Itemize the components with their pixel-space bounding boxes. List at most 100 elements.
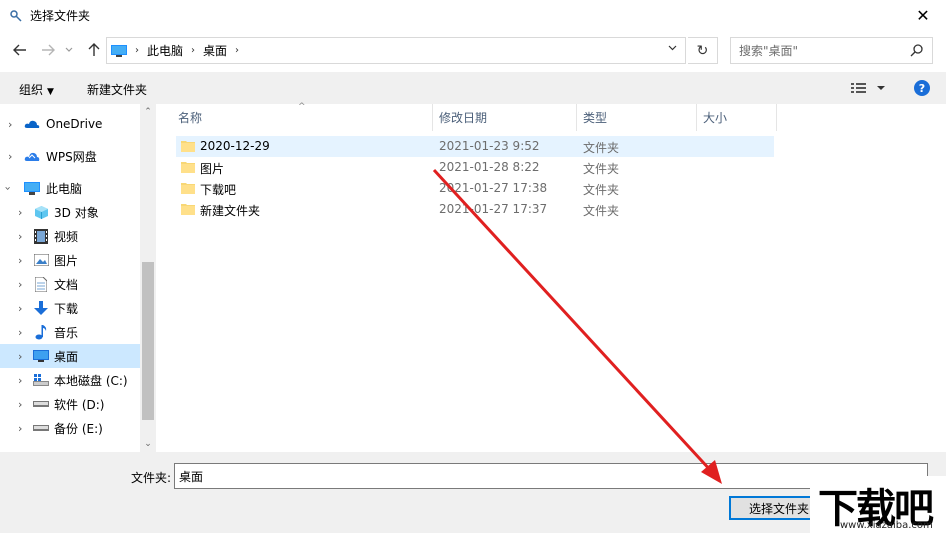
sidebar-item-pictures[interactable]: › 图片 [0, 248, 140, 272]
sidebar-item-videos[interactable]: › 视频 [0, 224, 140, 248]
refresh-button[interactable]: ↻ [688, 37, 718, 64]
file-type: 文件夹 [583, 183, 620, 197]
arrow-left-icon [13, 44, 26, 56]
watermark-url: www.xiazaiba.com [840, 520, 933, 531]
sidebar-item-3d-objects[interactable]: › 3D 对象 [0, 200, 140, 224]
chevron-right-icon[interactable]: › [18, 374, 22, 387]
back-button[interactable] [9, 39, 31, 61]
chevron-right-icon[interactable]: › [18, 350, 22, 363]
system-drive-icon [33, 372, 49, 388]
chevron-right-icon[interactable]: › [18, 326, 22, 339]
column-divider[interactable] [432, 104, 433, 131]
organize-menu[interactable]: 组织 ▼ [19, 81, 54, 98]
sidebar-item-label: 视频 [54, 229, 79, 244]
sidebar-item-label: 下载 [54, 301, 79, 316]
sidebar-item-drive-e[interactable]: › 备份 (E:) [0, 416, 140, 440]
sidebar-item-label: 图片 [54, 253, 79, 268]
breadcrumb-separator[interactable]: › [191, 45, 195, 56]
breadcrumb-desktop[interactable]: 桌面 [203, 42, 227, 59]
dialog-footer: 文件夹: 选择文件夹 [0, 452, 946, 533]
column-header-size[interactable]: 大小 [703, 104, 727, 131]
drive-icon [33, 420, 49, 436]
column-header-name[interactable]: 名称 [178, 104, 202, 131]
music-icon [33, 324, 49, 340]
file-date: 2021-01-27 17:37 [439, 202, 548, 216]
scrollbar-thumb[interactable] [142, 262, 154, 420]
chevron-right-icon[interactable]: › [18, 230, 22, 243]
file-date: 2021-01-23 9:52 [439, 139, 540, 153]
chevron-right-icon[interactable]: › [8, 150, 12, 163]
sidebar-item-documents[interactable]: › 文档 [0, 272, 140, 296]
drive-icon [33, 396, 49, 412]
sidebar-item-drive-d[interactable]: › 软件 (D:) [0, 392, 140, 416]
table-row[interactable]: 2020-12-29 2021-01-23 9:52 文件夹 [176, 136, 774, 157]
sidebar-item-label: 音乐 [54, 325, 79, 340]
address-bar[interactable]: › 此电脑 › 桌面 › [106, 37, 686, 64]
documents-icon [33, 276, 49, 292]
column-divider[interactable] [576, 104, 577, 131]
chevron-right-icon[interactable]: › [8, 118, 12, 131]
column-header-date[interactable]: 修改日期 [439, 104, 487, 131]
sidebar-item-wps-cloud[interactable]: › WPS网盘 [0, 144, 140, 168]
sidebar-item-label: 3D 对象 [54, 205, 99, 220]
breadcrumb-separator[interactable]: › [135, 45, 139, 56]
table-row[interactable]: 图片 2021-01-28 8:22 文件夹 [176, 157, 774, 178]
file-name: 下载吧 [200, 183, 237, 197]
sidebar-item-label: OneDrive [46, 117, 103, 131]
sidebar-item-label: 桌面 [54, 349, 79, 364]
address-dropdown-icon[interactable] [668, 43, 677, 54]
recent-locations-button[interactable] [62, 39, 76, 61]
breadcrumb-separator[interactable]: › [235, 45, 239, 56]
file-date: 2021-01-27 17:38 [439, 181, 548, 195]
sidebar-item-drive-c[interactable]: › 本地磁盘 (C:) [0, 368, 140, 392]
chevron-right-icon[interactable]: › [18, 254, 22, 267]
sidebar-item-label: 文档 [54, 277, 79, 292]
watermark-logo: 下载吧 www.xiazaiba.com [810, 476, 946, 533]
file-name: 新建文件夹 [200, 204, 261, 218]
command-bar: 组织 ▼ 新建文件夹 ? [0, 72, 946, 104]
chevron-down-icon: ▼ [47, 87, 54, 97]
chevron-up-icon[interactable]: ⌃ [140, 104, 156, 120]
forward-button[interactable] [37, 39, 59, 61]
up-button[interactable] [83, 39, 105, 61]
computer-icon [111, 44, 127, 57]
folder-picker-icon [8, 8, 24, 24]
chevron-right-icon[interactable]: › [18, 422, 22, 435]
new-folder-button[interactable]: 新建文件夹 [87, 81, 147, 98]
chevron-right-icon[interactable]: › [18, 278, 22, 291]
column-divider[interactable] [696, 104, 697, 131]
view-options-icon[interactable] [851, 82, 887, 97]
file-type: 文件夹 [583, 162, 620, 176]
chevron-right-icon[interactable]: › [18, 206, 22, 219]
column-header-type[interactable]: 类型 [583, 104, 607, 131]
close-icon[interactable]: ✕ [900, 0, 946, 31]
search-input[interactable]: 搜索"桌面" [730, 37, 933, 64]
file-date: 2021-01-28 8:22 [439, 160, 540, 174]
sidebar-item-this-pc[interactable]: › 此电脑 [0, 176, 140, 200]
sidebar-item-onedrive[interactable]: › OneDrive [0, 112, 140, 136]
address-row: › 此电脑 › 桌面 › ↻ 搜索"桌面" [0, 31, 946, 71]
chevron-right-icon[interactable]: › [18, 398, 22, 411]
arrow-up-icon [88, 43, 100, 56]
onedrive-cloud-icon [24, 116, 40, 132]
arrow-right-icon [42, 44, 55, 56]
help-icon[interactable]: ? [914, 80, 930, 96]
chevron-down-icon[interactable]: › [2, 186, 15, 190]
sidebar-item-downloads[interactable]: › 下载 [0, 296, 140, 320]
table-row[interactable]: 新建文件夹 2021-01-27 17:37 文件夹 [176, 199, 774, 220]
sidebar-scrollbar[interactable]: ⌃ ⌄ [140, 104, 156, 452]
file-name: 2020-12-29 [200, 139, 270, 153]
folder-icon [181, 162, 195, 173]
folder-label: 文件夹: [131, 471, 172, 485]
wps-cloud-icon [24, 148, 40, 164]
column-divider[interactable] [776, 104, 777, 131]
sidebar-item-music[interactable]: › 音乐 [0, 320, 140, 344]
search-icon[interactable] [910, 43, 924, 60]
sidebar-item-desktop[interactable]: › 桌面 [0, 344, 140, 368]
chevron-right-icon[interactable]: › [18, 302, 22, 315]
file-name: 图片 [200, 162, 225, 176]
breadcrumb-this-pc[interactable]: 此电脑 [147, 42, 183, 59]
chevron-down-icon[interactable]: ⌄ [140, 436, 156, 452]
sidebar-item-label: 此电脑 [46, 181, 83, 196]
table-row[interactable]: 下载吧 2021-01-27 17:38 文件夹 [176, 178, 774, 199]
